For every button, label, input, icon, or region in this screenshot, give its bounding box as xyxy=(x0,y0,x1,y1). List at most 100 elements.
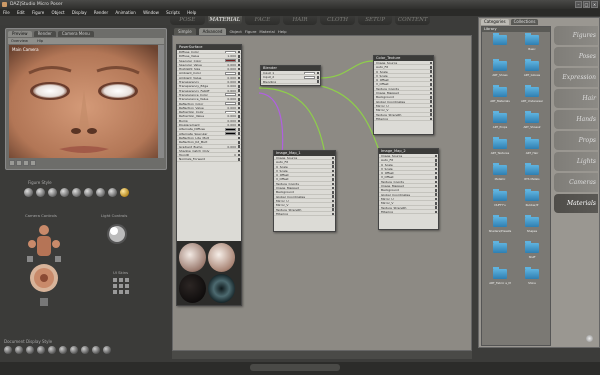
menu-figure[interactable]: Figure xyxy=(32,10,44,15)
doc-style-ball[interactable] xyxy=(4,346,12,354)
library-folder[interactable]: ART_Shoes xyxy=(484,59,516,83)
doc-style-ball[interactable] xyxy=(81,346,89,354)
category-figures[interactable]: Figures xyxy=(554,26,598,45)
style-ball[interactable] xyxy=(60,188,69,197)
node-input[interactable]: Filtering xyxy=(274,212,335,217)
close-button[interactable]: × xyxy=(591,1,598,8)
library-folder[interactable]: ART_Hair xyxy=(516,137,548,161)
library-folder[interactable]: Shaders/Presets xyxy=(484,215,516,239)
animation-controls[interactable] xyxy=(250,364,340,371)
doc-style-ball[interactable] xyxy=(37,346,45,354)
image-map-1-node[interactable]: Image_Map_1 Image_Source Auto_Fit U_Scale V… xyxy=(273,150,336,232)
help-menu[interactable]: Hlp xyxy=(37,39,43,43)
minimize-button[interactable]: – xyxy=(575,1,582,8)
tab-collections[interactable]: Collections xyxy=(510,19,539,25)
menu-display[interactable]: Display xyxy=(72,10,87,15)
tab-preview[interactable]: Preview xyxy=(8,31,32,37)
viewport-scrollbar[interactable] xyxy=(158,45,164,158)
style-ball[interactable] xyxy=(24,188,33,197)
camera-trackball[interactable] xyxy=(23,220,65,315)
room-tab-material[interactable]: MATERIAL xyxy=(207,16,243,25)
library-folder[interactable]: ART_Props xyxy=(484,111,516,135)
library-folder[interactable]: Shine xyxy=(516,267,548,291)
viewport[interactable]: Main Camera xyxy=(9,45,159,158)
tab-categories[interactable]: Categories xyxy=(481,19,509,25)
light-sphere[interactable] xyxy=(105,222,129,246)
color-swatch[interactable] xyxy=(225,127,236,131)
category-props[interactable]: Props xyxy=(554,131,598,150)
category-cameras[interactable]: Cameras xyxy=(554,173,598,192)
doc-style-ball[interactable] xyxy=(92,346,100,354)
color-swatch[interactable] xyxy=(225,71,236,75)
library-folder[interactable]: ART_Fabric a_M xyxy=(484,267,516,291)
room-tab-face[interactable]: FACE xyxy=(245,16,280,25)
category-hands[interactable]: Hands xyxy=(554,110,598,129)
style-ball[interactable] xyxy=(72,188,81,197)
library-folder[interactable]: ART_Underwear xyxy=(516,85,548,109)
category-poses[interactable]: Poses xyxy=(554,47,598,66)
color-swatch[interactable] xyxy=(225,93,236,97)
style-ball[interactable] xyxy=(48,188,57,197)
color-swatch[interactable] xyxy=(225,50,236,54)
node-input[interactable]: Filtering xyxy=(374,117,433,122)
style-ball[interactable] xyxy=(96,188,105,197)
library-folder[interactable]: Rubber/P xyxy=(516,189,548,213)
doc-style-ball[interactable] xyxy=(26,346,34,354)
blender-node[interactable]: Blender Input_1 Input_2 Blending xyxy=(260,65,321,86)
tab-render[interactable]: Render xyxy=(33,31,56,37)
style-ball[interactable] xyxy=(108,188,117,197)
style-ball[interactable] xyxy=(84,188,93,197)
color-swatch[interactable] xyxy=(225,132,236,135)
category-lights[interactable]: Lights xyxy=(554,152,598,171)
library-folder[interactable]: Shapes xyxy=(516,215,548,239)
menu-scripts[interactable]: Scripts xyxy=(166,10,180,15)
color-swatch[interactable] xyxy=(225,102,236,105)
doc-style-ball[interactable] xyxy=(70,346,78,354)
menu-object[interactable]: Object xyxy=(52,10,65,15)
tab-advanced[interactable]: Advanced xyxy=(198,27,227,35)
display-mode-button[interactable] xyxy=(16,160,22,166)
doc-style-ball[interactable] xyxy=(103,346,111,354)
object-menu[interactable]: Object xyxy=(229,29,241,34)
display-mode-button[interactable] xyxy=(30,160,36,166)
menu-render[interactable]: Render xyxy=(94,10,108,15)
display-mode-button[interactable] xyxy=(23,160,29,166)
menu-window[interactable]: Window xyxy=(143,10,159,15)
node-input[interactable]: Normals_Forward xyxy=(177,157,241,162)
menu-file[interactable]: File xyxy=(3,10,10,15)
doc-style-ball[interactable] xyxy=(48,346,56,354)
library-folder[interactable] xyxy=(484,33,516,57)
library-scrollbar[interactable] xyxy=(550,40,551,346)
poser-surface-node[interactable]: PoserSurface Diffuse_Color Diffuse_Value 1… xyxy=(176,44,242,306)
material-menu[interactable]: Material xyxy=(259,29,274,34)
color-texture-node[interactable]: Color_Texture Image_Source Auto_Fit U_Scal… xyxy=(373,55,434,135)
overview-menu[interactable]: Overview xyxy=(11,39,28,43)
maximize-button[interactable]: □ xyxy=(583,1,590,8)
style-ball-active[interactable] xyxy=(120,188,129,197)
tab-simple[interactable]: Simple xyxy=(174,27,196,35)
color-swatch[interactable] xyxy=(225,110,236,114)
menu-animation[interactable]: Animation xyxy=(115,10,135,15)
menu-edit[interactable]: Edit xyxy=(17,10,25,15)
library-apply-icon[interactable] xyxy=(586,335,593,342)
library-folder[interactable]: Metallic xyxy=(484,163,516,187)
node-input[interactable]: Blending xyxy=(261,80,320,84)
room-tab-hair[interactable]: HAIR xyxy=(282,16,318,25)
library-folder[interactable]: ART_Shoes2 xyxy=(516,111,548,135)
style-ball[interactable] xyxy=(36,188,45,197)
library-folder[interactable] xyxy=(484,241,516,265)
color-swatch[interactable] xyxy=(225,59,236,62)
display-mode-button[interactable] xyxy=(9,160,15,166)
library-folder[interactable]: ART_Gloves xyxy=(516,59,548,83)
library-folder[interactable]: Basic xyxy=(516,33,548,57)
doc-style-ball[interactable] xyxy=(15,346,23,354)
category-hair[interactable]: Hair xyxy=(554,89,598,108)
room-tab-setup[interactable]: SETUP xyxy=(357,16,393,25)
library-folder[interactable]: RTS Metals xyxy=(516,163,548,187)
library-folder[interactable]: ART_Materials xyxy=(484,85,516,109)
ui-skins-grid-icon[interactable] xyxy=(113,278,129,294)
room-tab-content[interactable]: CONTENT xyxy=(395,16,431,25)
library-folder[interactable]: ART_Textures xyxy=(484,137,516,161)
shader-canvas[interactable]: PoserSurface Diffuse_Color Diffuse_Value 1… xyxy=(172,35,472,351)
library-folder[interactable]: Stuff xyxy=(516,241,548,265)
